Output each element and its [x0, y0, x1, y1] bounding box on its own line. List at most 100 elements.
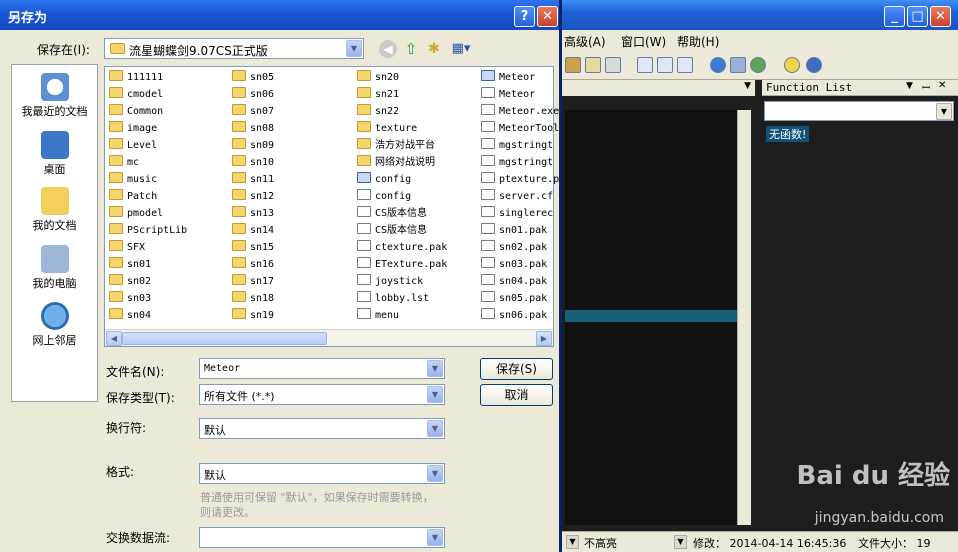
file-list-item[interactable]: sn01: [107, 256, 225, 273]
filename-combo[interactable]: Meteor ▼: [199, 358, 445, 379]
scroll-right-icon[interactable]: ▶: [536, 331, 552, 346]
file-list-item[interactable]: CS版本信息: [355, 205, 473, 222]
file-list-item[interactable]: Meteor: [479, 69, 597, 86]
file-list-item[interactable]: sn05.pak: [479, 290, 597, 307]
chevron-down-icon[interactable]: ▼: [427, 465, 443, 482]
view-menu-icon[interactable]: ▦▾: [449, 40, 473, 58]
file-list-item[interactable]: server.cf: [479, 188, 597, 205]
cascade-windows-icon[interactable]: [677, 57, 693, 73]
panel-menu-icon[interactable]: ▼: [906, 81, 913, 91]
menu-advanced[interactable]: 高级(A): [564, 33, 606, 50]
file-list-item[interactable]: sn15: [230, 239, 348, 256]
file-list-item[interactable]: sn02: [107, 273, 225, 290]
chevron-down-icon[interactable]: ▼: [427, 360, 443, 377]
file-list-item[interactable]: sn12: [230, 188, 348, 205]
chevron-down-icon[interactable]: ▼: [427, 529, 443, 546]
file-list-item[interactable]: Meteor: [479, 86, 597, 103]
lightbulb-icon[interactable]: [784, 57, 800, 73]
file-list-item[interactable]: image: [107, 120, 225, 137]
editor-vertical-scrollbar[interactable]: [737, 110, 751, 525]
file-list-item[interactable]: 111111: [107, 69, 225, 86]
place-my-documents[interactable]: 我的文档: [12, 187, 97, 233]
scrollbar-thumb[interactable]: [122, 332, 327, 345]
file-list-item[interactable]: mgstringt: [479, 154, 597, 171]
place-desktop[interactable]: 桌面: [12, 131, 97, 177]
format-combo[interactable]: 默认 ▼: [199, 463, 445, 484]
panel-close-icon[interactable]: ✕: [938, 80, 946, 91]
file-list-item[interactable]: ctexture.pak: [355, 239, 473, 256]
file-list-item[interactable]: singlerec: [479, 205, 597, 222]
file-list-item[interactable]: sn01.pak: [479, 222, 597, 239]
scroll-left-icon[interactable]: ◀: [106, 331, 122, 346]
file-list-item[interactable]: 浩方对战平台: [355, 137, 473, 154]
menu-window[interactable]: 窗口(W): [621, 33, 666, 50]
file-list-item[interactable]: ETexture.pak: [355, 256, 473, 273]
refresh-icon[interactable]: [750, 57, 766, 73]
print-icon[interactable]: [605, 57, 621, 73]
file-list-item[interactable]: CS版本信息: [355, 222, 473, 239]
file-list-item[interactable]: sn20: [355, 69, 473, 86]
file-list-item[interactable]: sn16: [230, 256, 348, 273]
file-list-item[interactable]: sn02.pak: [479, 239, 597, 256]
file-list-item[interactable]: sn04.pak: [479, 273, 597, 290]
chevron-down-icon[interactable]: ▼: [427, 420, 443, 437]
help-icon[interactable]: [806, 57, 822, 73]
file-list-item[interactable]: texture: [355, 120, 473, 137]
file-list-item[interactable]: lobby.lst: [355, 290, 473, 307]
chevron-down-icon[interactable]: ▼: [346, 40, 362, 57]
file-list-item[interactable]: sn03: [107, 290, 225, 307]
menu-help[interactable]: 帮助(H): [677, 33, 719, 50]
file-list-item[interactable]: SFX: [107, 239, 225, 256]
new-folder-icon[interactable]: ✱: [425, 40, 443, 58]
file-list-item[interactable]: sn19: [230, 307, 348, 324]
split-vertical-icon[interactable]: [657, 57, 673, 73]
file-list-item[interactable]: sn14: [230, 222, 348, 239]
file-list-item[interactable]: mgstringt: [479, 137, 597, 154]
tab-dropdown-icon[interactable]: ▼: [744, 81, 751, 91]
file-list-item[interactable]: sn03.pak: [479, 256, 597, 273]
file-list-item[interactable]: sn21: [355, 86, 473, 103]
file-list-item[interactable]: joystick: [355, 273, 473, 290]
file-list-item[interactable]: sn18: [230, 290, 348, 307]
dialog-help-button[interactable]: ?: [514, 6, 535, 27]
file-list-item[interactable]: MeteorTool: [479, 120, 597, 137]
browser-icon[interactable]: [730, 57, 746, 73]
chevron-down-icon[interactable]: ▼: [427, 386, 443, 403]
file-list-item[interactable]: sn04: [107, 307, 225, 324]
pin-icon[interactable]: ꟷ: [922, 80, 930, 94]
cancel-button[interactable]: 取消: [480, 384, 553, 406]
back-icon[interactable]: ◀: [379, 40, 397, 58]
file-list-item[interactable]: sn13: [230, 205, 348, 222]
globe-icon[interactable]: [710, 57, 726, 73]
file-list-item[interactable]: Level: [107, 137, 225, 154]
function-filter-combo[interactable]: ▼: [764, 101, 954, 121]
file-list-item[interactable]: config: [355, 171, 473, 188]
file-list-item[interactable]: sn06.pak: [479, 307, 597, 324]
file-list-item[interactable]: sn07: [230, 103, 348, 120]
filetype-combo[interactable]: 所有文件 (*.*) ▼: [199, 384, 445, 405]
file-list-item[interactable]: sn06: [230, 86, 348, 103]
file-list-item[interactable]: Patch: [107, 188, 225, 205]
file-list-item[interactable]: sn11: [230, 171, 348, 188]
file-list-item[interactable]: Common: [107, 103, 225, 120]
save-button[interactable]: 保存(S): [480, 358, 553, 380]
file-list-item[interactable]: mc: [107, 154, 225, 171]
up-folder-icon[interactable]: ⇧: [402, 40, 420, 58]
maximize-button[interactable]: □: [907, 6, 928, 27]
linebreak-combo[interactable]: 默认 ▼: [199, 418, 445, 439]
place-network[interactable]: 网上邻居: [12, 302, 97, 348]
split-horizontal-icon[interactable]: [637, 57, 653, 73]
file-list-item[interactable]: sn09: [230, 137, 348, 154]
file-list-item[interactable]: sn10: [230, 154, 348, 171]
file-list-item[interactable]: Meteor.exe: [479, 103, 597, 120]
file-list-item[interactable]: sn22: [355, 103, 473, 120]
file-list-item[interactable]: config: [355, 188, 473, 205]
file-list-item[interactable]: PScriptLib: [107, 222, 225, 239]
file-list-item[interactable]: music: [107, 171, 225, 188]
minimize-button[interactable]: _: [884, 6, 905, 27]
app-close-button[interactable]: ✕: [930, 6, 951, 27]
data-stream-combo[interactable]: ▼: [199, 527, 445, 548]
file-list-item[interactable]: sn05: [230, 69, 348, 86]
file-list-item[interactable]: pmodel: [107, 205, 225, 222]
place-recent-documents[interactable]: 我最近的文档: [12, 73, 97, 119]
